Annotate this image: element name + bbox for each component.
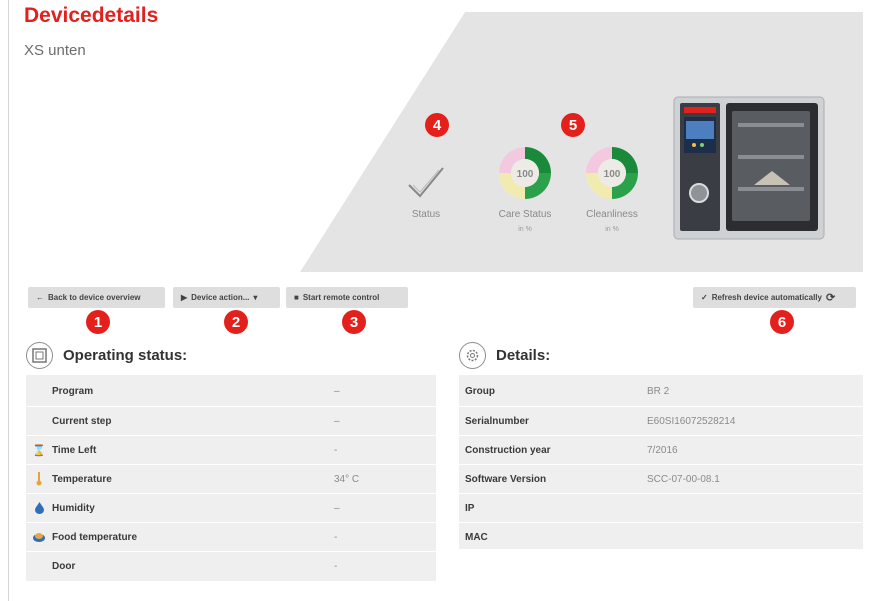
refresh-label: Refresh device automatically [711, 293, 822, 302]
remote-control-label: Start remote control [302, 293, 380, 302]
status-kpi: Status [402, 165, 450, 220]
row-value: E60SI16072528214 [647, 415, 736, 427]
device-image [668, 93, 830, 245]
row-label: Humidity [52, 502, 95, 514]
row-value: 7/2016 [647, 444, 678, 456]
play-icon: ▶ [181, 293, 188, 302]
care-status-label: Care Status [498, 209, 552, 220]
start-remote-control-button[interactable]: ■ Start remote control [286, 287, 408, 308]
operating-row-food-temperature: Food temperature - [26, 522, 436, 551]
row-value: – [334, 386, 340, 397]
row-value: BR 2 [647, 386, 670, 397]
checkmark-icon [408, 167, 444, 198]
operating-status-panel: Program – Current step – ⌛ Time Left - T… [26, 375, 436, 581]
operating-status-heading: Operating status: [26, 342, 187, 369]
row-label: Food temperature [52, 531, 138, 543]
cleanliness-unit: in % [605, 226, 619, 233]
row-label: Current step [52, 415, 112, 427]
operating-status-title: Operating status: [63, 347, 188, 364]
status-label: Status [411, 209, 441, 220]
row-label: Program [52, 386, 94, 397]
operating-row-temperature: Temperature 34° C [26, 464, 436, 493]
operating-row-current-step: Current step – [26, 406, 436, 435]
refresh-icon: ⟳ [825, 292, 836, 304]
row-value: - [334, 560, 338, 572]
gear-icon [459, 342, 486, 369]
row-label: MAC [465, 531, 488, 543]
row-value: – [334, 415, 340, 427]
back-to-overview-button[interactable]: ← Back to device overview [28, 287, 165, 308]
hourglass-icon: ⌛ [32, 444, 46, 457]
camera-icon: ■ [294, 293, 299, 302]
device-name: XS unten [24, 42, 86, 59]
refresh-automatically-toggle[interactable]: ✓ Refresh device automatically ⟳ [693, 287, 856, 308]
details-row-serialnumber: Serialnumber E60SI16072528214 [459, 406, 863, 435]
care-status-unit: in % [518, 226, 532, 233]
details-row-software-version: Software Version SCC-07-00-08.1 [459, 464, 863, 493]
details-heading: Details: [459, 342, 550, 369]
row-label: Group [465, 386, 495, 397]
droplet-icon [34, 502, 44, 514]
row-label: Construction year [465, 444, 551, 456]
cleanliness-label: Cleanliness [586, 209, 638, 220]
operating-row-program: Program – [26, 377, 436, 406]
details-row-group: Group BR 2 [459, 377, 863, 406]
cleanliness-gauge: 100 [586, 147, 638, 199]
oven-status-icon [26, 342, 53, 369]
device-action-label: Device action... [191, 293, 250, 302]
callout-badge-1: 1 [86, 310, 110, 334]
operating-row-time-left: ⌛ Time Left - [26, 435, 436, 464]
callout-badge-3: 3 [342, 310, 366, 334]
row-value: - [334, 531, 338, 543]
row-value: 34° C [334, 473, 360, 485]
details-panel: Group BR 2 Serialnumber E60SI16072528214… [459, 375, 863, 549]
food-probe-icon [33, 533, 45, 542]
arrow-left-icon: ← [36, 293, 44, 302]
callout-badge-4: 4 [425, 113, 449, 137]
page-title: Devicedetails [24, 4, 159, 27]
row-value: – [334, 502, 340, 514]
details-row-construction-year: Construction year 7/2016 [459, 435, 863, 464]
row-value: - [334, 444, 338, 456]
row-label: Time Left [52, 444, 97, 456]
back-button-label: Back to device overview [48, 293, 141, 302]
operating-row-door: Door - [26, 551, 436, 580]
care-status-kpi: 100 Care Status in % [490, 143, 560, 233]
row-label: IP [465, 502, 475, 514]
callout-badge-6: 6 [770, 310, 794, 334]
callout-badge-5: 5 [561, 113, 585, 137]
care-status-gauge: 100 [499, 147, 551, 199]
thermometer-icon [36, 472, 42, 486]
callout-badge-2: 2 [224, 310, 248, 334]
row-label: Serialnumber [465, 415, 529, 427]
row-value: SCC-07-00-08.1 [647, 473, 720, 485]
checkbox-icon[interactable]: ✓ [701, 293, 708, 302]
details-row-mac: MAC [459, 522, 863, 551]
caret-down-icon: ▾ [253, 293, 258, 302]
row-label: Door [52, 560, 76, 572]
operating-row-humidity: Humidity – [26, 493, 436, 522]
row-label: Software Version [465, 473, 547, 485]
details-row-ip: IP [459, 493, 863, 522]
row-label: Temperature [52, 473, 112, 485]
svg-text:100: 100 [604, 169, 621, 180]
svg-text:100: 100 [517, 169, 534, 180]
cleanliness-kpi: 100 Cleanliness in % [577, 143, 647, 233]
device-action-button[interactable]: ▶ Device action... ▾ [173, 287, 280, 308]
details-title: Details: [496, 347, 551, 364]
